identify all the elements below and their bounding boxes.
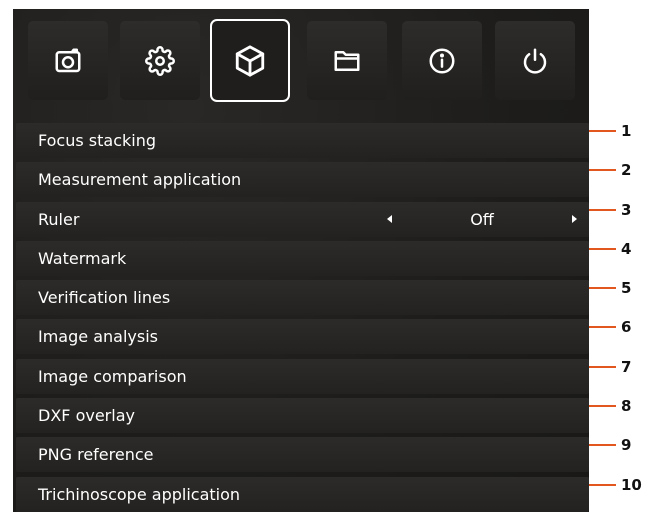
ruler-next-arrow-icon[interactable] [572, 215, 577, 223]
callout-number: 5 [621, 279, 632, 297]
menu-item-ruler: Ruler Off [16, 202, 589, 237]
callout-line [589, 405, 616, 407]
menu-item-label: DXF overlay [38, 406, 135, 425]
callout-1: 1 [589, 121, 650, 141]
callout-number: 9 [621, 436, 632, 454]
callout-10: 10 [589, 475, 650, 495]
callout-3: 3 [589, 200, 650, 220]
menu-item-label: Trichinoscope application [38, 485, 241, 504]
callout-5: 5 [589, 278, 650, 298]
callout-number: 4 [621, 240, 632, 258]
menu-item-label: Image comparison [38, 367, 187, 386]
ruler-value: Off [470, 210, 494, 229]
callout-line [589, 287, 616, 289]
callout-number: 10 [621, 476, 642, 494]
tab-power[interactable] [495, 21, 575, 100]
callout-line [589, 209, 616, 211]
ruler-previous-arrow-icon[interactable] [387, 215, 392, 223]
menu-item-label: Image analysis [38, 327, 158, 346]
callout-number: 7 [621, 358, 632, 376]
menu-item-png-reference[interactable]: PNG reference [16, 437, 589, 472]
callout-number: 8 [621, 397, 632, 415]
callout-line [589, 444, 616, 446]
menu-item-label: Verification lines [38, 288, 171, 307]
callout-number: 1 [621, 122, 632, 140]
callout-6: 6 [589, 317, 650, 337]
callout-line [589, 130, 616, 132]
tab-applications[interactable] [210, 19, 290, 102]
tab-camera[interactable] [28, 21, 108, 100]
menu-item-verification-lines[interactable]: Verification lines [16, 280, 589, 315]
callout-8: 8 [589, 396, 650, 416]
menu-item-label: Watermark [38, 249, 127, 268]
menu-item-measurement-application[interactable]: Measurement application [16, 162, 589, 197]
camera-icon [55, 48, 81, 72]
callout-line [589, 326, 616, 328]
menu-item-watermark[interactable]: Watermark [16, 241, 589, 276]
info-icon [429, 48, 455, 73]
settings-panel: Focus stacking Measurement application R… [13, 9, 589, 512]
gear-icon [145, 45, 175, 76]
callout-9: 9 [589, 435, 650, 455]
callout-line [589, 248, 616, 250]
menu-item-label: Focus stacking [38, 131, 156, 150]
menu-item-label: Ruler [38, 210, 80, 229]
tab-settings[interactable] [120, 21, 200, 100]
callout-2: 2 [589, 160, 650, 180]
callout-number: 2 [621, 161, 632, 179]
menu-item-image-comparison[interactable]: Image comparison [16, 359, 589, 394]
callout-line [589, 366, 616, 368]
callout-4: 4 [589, 239, 650, 259]
menu-item-trichinoscope-application[interactable]: Trichinoscope application [16, 477, 589, 512]
callout-line [589, 169, 616, 171]
tab-info[interactable] [402, 21, 482, 100]
callout-number: 6 [621, 318, 632, 336]
menu-item-image-analysis[interactable]: Image analysis [16, 319, 589, 354]
callout-line [589, 484, 616, 486]
callout-7: 7 [589, 357, 650, 377]
tab-files[interactable] [307, 21, 387, 100]
tab-bar [13, 9, 589, 117]
callout-number: 3 [621, 201, 632, 219]
cube-icon [235, 44, 265, 77]
menu-item-focus-stacking[interactable]: Focus stacking [16, 123, 589, 158]
folder-icon [334, 50, 360, 71]
menu-item-label: PNG reference [38, 445, 154, 464]
menu-item-dxf-overlay[interactable]: DXF overlay [16, 398, 589, 433]
power-icon [523, 48, 547, 74]
menu-item-label: Measurement application [38, 170, 242, 189]
